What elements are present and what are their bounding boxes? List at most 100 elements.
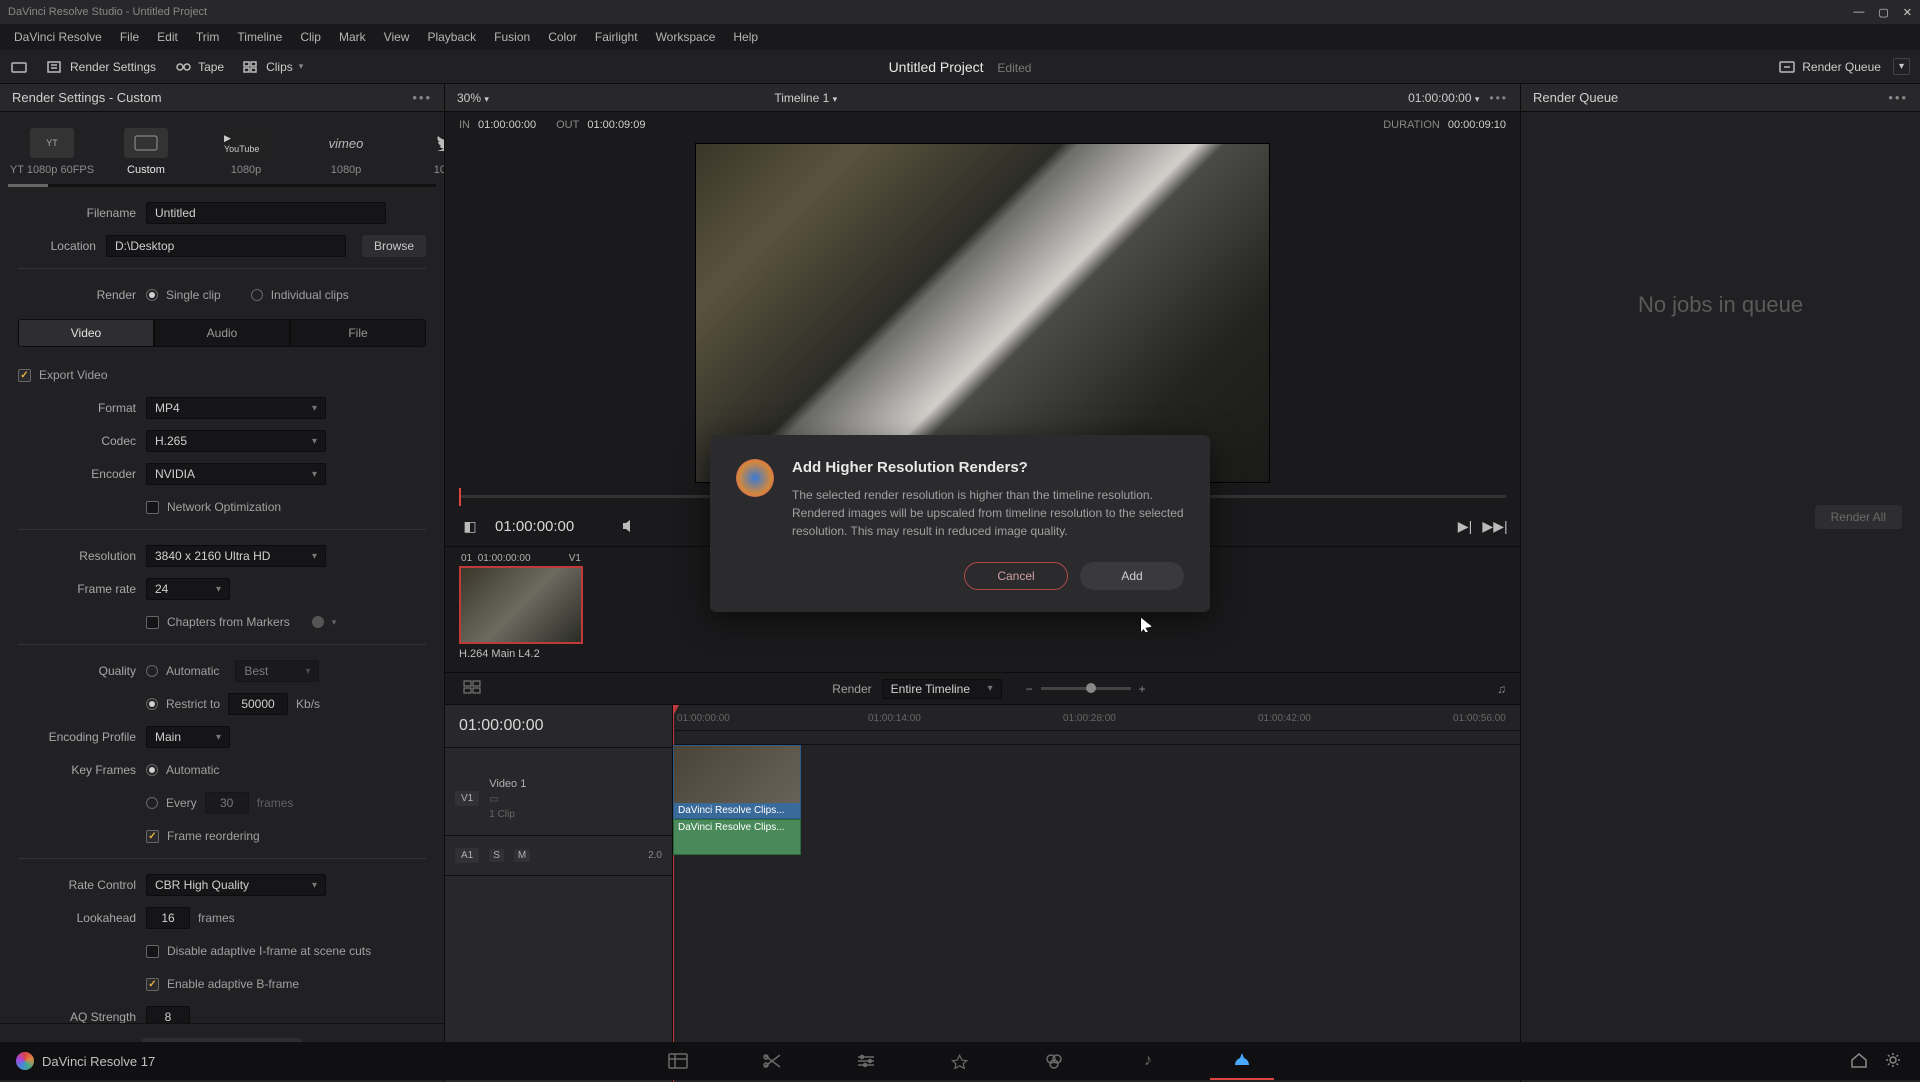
render-all-button[interactable]: Render All (1815, 505, 1902, 529)
menu-timeline[interactable]: Timeline (229, 27, 290, 47)
enable-bframe-checkbox[interactable] (146, 978, 159, 991)
viewer-menu-button[interactable]: ••• (1489, 91, 1508, 105)
window-minimize[interactable]: — (1853, 6, 1864, 19)
network-optimization-checkbox[interactable] (146, 501, 159, 514)
timeline-timecode[interactable]: 01:00:00:00 (445, 705, 672, 748)
home-button[interactable] (1850, 1052, 1868, 1071)
nav-color-page[interactable] (1042, 1049, 1066, 1073)
menu-mark[interactable]: Mark (331, 27, 374, 47)
nav-deliver-page[interactable] (1230, 1049, 1254, 1073)
menu-workspace[interactable]: Workspace (648, 27, 724, 47)
frame-reordering-checkbox[interactable] (146, 830, 159, 843)
render-queue-button[interactable]: Render Queue (1778, 59, 1881, 75)
bitrate-input[interactable] (228, 693, 288, 715)
export-video-checkbox[interactable] (18, 369, 31, 382)
nav-cut-page[interactable] (760, 1049, 784, 1073)
menu-file[interactable]: File (112, 27, 147, 47)
viewer-zoom-dropdown[interactable]: 30% ▾ (457, 91, 489, 105)
location-input[interactable] (106, 235, 346, 257)
quick-export-button[interactable] (10, 59, 28, 75)
timeline-tracks[interactable]: 01:00:00:00 01:00:14:00 01:00:28:00 01:0… (673, 705, 1520, 1082)
render-range-select[interactable]: Entire Timeline▾ (882, 679, 1002, 699)
mute-button[interactable] (618, 515, 640, 537)
timeline-ruler[interactable]: 01:00:00:00 01:00:14:00 01:00:28:00 01:0… (673, 705, 1520, 731)
zoom-out-button[interactable]: − (1026, 682, 1033, 696)
framerate-select[interactable]: 24▾ (146, 578, 230, 600)
keyframes-n-input[interactable] (205, 792, 249, 814)
menu-davinci-resolve[interactable]: DaVinci Resolve (6, 27, 110, 47)
menu-edit[interactable]: Edit (149, 27, 186, 47)
zoom-in-button[interactable]: + (1139, 682, 1146, 696)
menu-color[interactable]: Color (540, 27, 585, 47)
menu-fairlight[interactable]: Fairlight (587, 27, 646, 47)
timeline-zoom-slider[interactable] (1041, 687, 1131, 690)
tape-button[interactable]: Tape (174, 59, 224, 75)
workspace-menu-button[interactable]: ▾ (1893, 58, 1910, 75)
filename-input[interactable] (146, 202, 386, 224)
thumbnails-view-icon[interactable] (463, 680, 481, 697)
preset-youtube[interactable]: ▶ YouTube1080p (196, 128, 296, 176)
encoder-select[interactable]: NVIDIA▾ (146, 463, 326, 485)
aq-strength-input[interactable] (146, 1006, 190, 1023)
track-a1-badge[interactable]: A1 (455, 848, 479, 863)
solo-button[interactable]: S (489, 849, 504, 862)
nav-media-page[interactable] (666, 1049, 690, 1073)
resolution-select[interactable]: 3840 x 2160 Ultra HD▾ (146, 545, 326, 567)
video-track-header[interactable]: V1 Video 1 ▭ 1 Clip (445, 762, 672, 836)
single-clip-radio[interactable] (146, 289, 158, 301)
tab-video[interactable]: Video (18, 319, 154, 347)
format-select[interactable]: MP4▾ (146, 397, 326, 419)
clip-thumbnail[interactable]: 01 01:00:00:00V1 H.264 Main L4.2 (459, 553, 583, 672)
project-settings-button[interactable] (1884, 1052, 1902, 1071)
window-close[interactable]: ✕ (1903, 6, 1912, 19)
clips-button[interactable]: Clips ▾ (242, 59, 303, 75)
go-to-end-button[interactable]: ▶▶| (1484, 515, 1506, 537)
queue-menu-button[interactable]: ••• (1888, 90, 1908, 105)
panel-menu-button[interactable]: ••• (412, 90, 432, 105)
viewer-timecode[interactable]: 01:00:00:00 ▾ (1408, 91, 1479, 105)
nav-edit-page[interactable] (854, 1049, 878, 1073)
browse-button[interactable]: Browse (362, 235, 426, 257)
preset-vimeo[interactable]: vimeo1080p (296, 128, 396, 176)
codec-select[interactable]: H.265▾ (146, 430, 326, 452)
audio-track-header[interactable]: A1 S M 2.0 (445, 836, 672, 876)
menu-clip[interactable]: Clip (292, 27, 329, 47)
nav-fusion-page[interactable] (948, 1049, 972, 1073)
menu-help[interactable]: Help (725, 27, 766, 47)
disable-iframe-checkbox[interactable] (146, 945, 159, 958)
timecode-options-icon[interactable]: ◧ (459, 515, 481, 537)
timeline-name-dropdown[interactable]: Timeline 1 ▾ (774, 91, 837, 105)
lookahead-input[interactable] (146, 907, 190, 929)
quality-auto-radio[interactable] (146, 665, 158, 677)
mute-button[interactable]: M (514, 849, 530, 862)
chapters-checkbox[interactable] (146, 616, 159, 629)
menu-fusion[interactable]: Fusion (486, 27, 538, 47)
preset-yt-1080p[interactable]: YTYT 1080p 60FPS (8, 128, 96, 176)
render-settings-button[interactable]: Render Settings (46, 59, 156, 75)
track-v1-badge[interactable]: V1 (455, 791, 479, 806)
next-clip-button[interactable]: ▶| (1454, 515, 1476, 537)
tab-audio[interactable]: Audio (154, 319, 290, 347)
rate-control-select[interactable]: CBR High Quality▾ (146, 874, 326, 896)
preset-custom[interactable]: Custom (96, 128, 196, 176)
preset-twitter[interactable]: 1080 (396, 128, 444, 176)
encoding-profile-select[interactable]: Main▾ (146, 726, 230, 748)
nav-fairlight-page[interactable]: ♪ (1136, 1049, 1160, 1073)
menu-playback[interactable]: Playback (419, 27, 484, 47)
keyframes-every-radio[interactable] (146, 797, 158, 809)
tab-file[interactable]: File (290, 319, 426, 347)
audio-track-icon[interactable]: ♫ (1497, 682, 1506, 696)
audio-clip[interactable]: DaVinci Resolve Clips... (673, 819, 801, 855)
transport-timecode[interactable]: 01:00:00:00 (495, 518, 574, 535)
menu-view[interactable]: View (376, 27, 418, 47)
keyframes-auto-radio[interactable] (146, 764, 158, 776)
video-clip[interactable]: DaVinci Resolve Clips... (673, 745, 801, 819)
restrict-to-radio[interactable] (146, 698, 158, 710)
window-maximize[interactable]: ▢ (1878, 6, 1888, 19)
in-timecode[interactable]: 01:00:00:00 (478, 119, 536, 131)
out-timecode[interactable]: 01:00:09:09 (587, 119, 645, 131)
individual-clips-radio[interactable] (251, 289, 263, 301)
cancel-button[interactable]: Cancel (964, 562, 1068, 590)
add-button[interactable]: Add (1080, 562, 1184, 590)
track-view-icon[interactable]: ▭ (489, 794, 498, 805)
